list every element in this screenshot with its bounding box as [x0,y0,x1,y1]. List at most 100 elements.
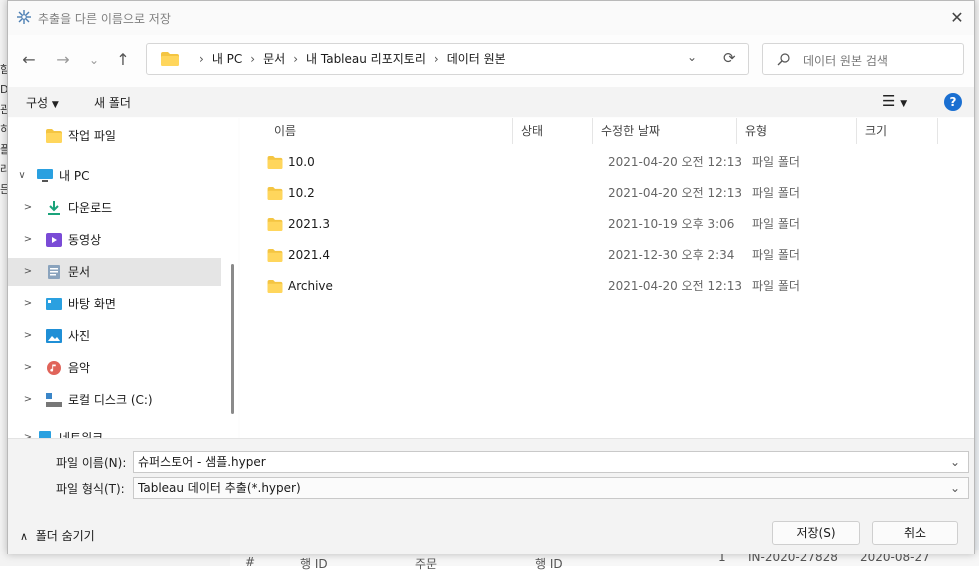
refresh-icon[interactable]: ⟳ [723,49,736,67]
chevron-down-icon[interactable]: ∨ [16,162,28,190]
sidebar-item-downloads[interactable]: > 다운로드 [8,194,221,222]
sidebar-item-label: 음악 [68,361,91,375]
file-name: 2021.4 [288,248,330,262]
hide-folders-button[interactable]: ∧ 폴더 숨기기 [20,527,95,544]
document-icon [48,265,60,279]
file-type: 파일 폴더 [752,155,800,169]
filetype-select[interactable]: Tableau 데이터 추출(*.hyper) ⌄ [133,477,969,499]
back-button[interactable]: ← [18,49,40,71]
recent-locations-button[interactable]: ⌄ [83,49,105,71]
save-button[interactable]: 저장(S) [772,521,860,545]
address-bar[interactable]: › 내 PC › 문서 › 내 Tableau 리포지토리 › 데이터 원본 ⌄ ⟳ [146,43,749,75]
chevron-right-icon: › [293,52,299,66]
table-row[interactable]: 10.0 2021-04-20 오전 12:13 파일 폴더 [240,147,974,178]
column-header-modified[interactable]: 수정한 날짜 [601,118,660,144]
table-row[interactable]: 2021.3 2021-10-19 오후 3:06 파일 폴더 [240,209,974,240]
address-dropdown-icon[interactable]: ⌄ [687,50,697,64]
chevron-right-icon[interactable]: > [22,290,34,318]
up-button[interactable]: ↑ [112,49,134,71]
folder-icon [267,280,283,293]
file-modified: 2021-04-20 오전 12:13 [608,186,743,200]
organize-button[interactable]: 구성 ▼ [26,94,59,111]
bg-text: 행 ID [300,557,328,571]
close-button[interactable]: ✕ [944,5,970,31]
column-header-type[interactable]: 유형 [745,118,767,144]
column-header-status[interactable]: 상태 [521,118,543,144]
view-options-button[interactable]: ☰ ▼ [882,92,907,110]
chevron-right-icon[interactable]: > [22,424,34,438]
column-header-size[interactable]: 크기 [865,118,887,144]
desktop-icon [46,298,62,310]
column-divider[interactable] [512,118,513,144]
search-input[interactable]: 데이터 원본 검색 [803,52,888,69]
chevron-right-icon[interactable]: > [22,386,34,414]
forward-arrow-icon: → [56,50,70,69]
chevron-right-icon[interactable]: > [22,194,34,222]
music-icon [47,361,61,375]
network-icon [39,431,51,438]
bg-text: # [245,555,256,569]
filename-field[interactable]: 슈퍼스토어 - 샘플.hyper ⌄ [133,451,969,473]
sidebar-item-music[interactable]: > 음악 [8,354,221,382]
file-list: ^ 이름 상태 수정한 날짜 유형 크기 10.0 2021-04-20 오전 … [240,118,974,438]
table-row[interactable]: 2021.4 2021-12-30 오후 2:34 파일 폴더 [240,240,974,271]
list-view-icon: ☰ [882,92,896,110]
sidebar-item-pictures[interactable]: > 사진 [8,322,221,350]
sidebar-item-desktop[interactable]: > 바탕 화면 [8,290,221,318]
sidebar-item-videos[interactable]: > 동영상 [8,226,221,254]
breadcrumb-item[interactable]: 내 Tableau 리포지토리 [306,52,426,66]
column-header-name[interactable]: 이름 [274,118,296,144]
sidebar-item-label: 동영상 [68,233,102,247]
column-divider[interactable] [736,118,737,144]
help-icon[interactable]: ? [944,93,962,111]
forward-button[interactable]: → [52,49,74,71]
breadcrumb-item[interactable]: 문서 [263,52,285,66]
sort-ascending-icon: ^ [385,118,394,125]
sidebar-item-documents[interactable]: > 문서 [8,258,221,286]
cancel-button[interactable]: 취소 [872,521,958,545]
new-folder-button[interactable]: 새 폴더 [94,94,131,111]
filetype-label: 파일 형식(T): [56,482,125,496]
table-row[interactable]: Archive 2021-04-20 오전 12:13 파일 폴더 [240,271,974,302]
back-arrow-icon: ← [22,50,36,69]
sidebar-item-network[interactable]: > 네트워크 [8,424,221,438]
sidebar-item-work-files[interactable]: 작업 파일 [8,122,221,150]
chevron-down-icon[interactable]: ⌄ [950,478,960,498]
column-divider[interactable] [856,118,857,144]
chevron-right-icon[interactable]: > [22,226,34,254]
caret-down-icon: ▼ [51,100,59,110]
filetype-value: Tableau 데이터 추출(*.hyper) [138,481,301,495]
chevron-right-icon[interactable]: > [22,258,34,286]
chevron-down-icon: ⌄ [88,53,100,67]
chevron-right-icon[interactable]: > [22,322,34,350]
file-type: 파일 폴더 [752,248,800,262]
hide-folders-label: 폴더 숨기기 [35,529,95,543]
search-box[interactable]: 데이터 원본 검색 [762,43,964,75]
navigation-pane: 작업 파일 ∨ 내 PC > 다운로드 > 동영상 > 문서 > 바탕 화면 >… [8,118,238,438]
dialog-title: 추출을 다른 이름으로 저장 [38,12,171,26]
file-type: 파일 폴더 [752,279,800,293]
sidebar-item-label: 사진 [68,329,91,343]
sidebar-item-this-pc[interactable]: ∨ 내 PC [8,162,221,190]
save-as-dialog: 추출을 다른 이름으로 저장 ✕ ← → ⌄ ↑ › 내 PC › 문서 › 내 Tabl… [7,0,975,554]
chevron-down-icon[interactable]: ⌄ [950,452,960,472]
column-divider[interactable] [592,118,593,144]
table-row[interactable]: 10.2 2021-04-20 오전 12:13 파일 폴더 [240,178,974,209]
file-name: 2021.3 [288,217,330,231]
breadcrumb-item[interactable]: 내 PC [212,52,242,66]
breadcrumb-item[interactable]: 데이터 원본 [447,52,506,66]
sidebar-item-label: 문서 [68,265,91,279]
computer-icon [37,169,53,182]
file-name: 10.2 [288,186,315,200]
chevron-right-icon: › [433,52,439,66]
nav-scrollbar[interactable] [231,264,234,414]
sidebar-item-local-disk[interactable]: > 로컬 디스크 (C:) [8,386,221,414]
folder-icon [267,187,283,200]
chevron-right-icon[interactable]: > [22,354,34,382]
folder-icon [161,52,179,66]
file-modified: 2021-04-20 오전 12:13 [608,155,743,169]
column-divider[interactable] [937,118,938,144]
chevron-up-icon: ∧ [20,530,29,543]
folder-icon [46,129,62,143]
file-type: 파일 폴더 [752,217,800,231]
